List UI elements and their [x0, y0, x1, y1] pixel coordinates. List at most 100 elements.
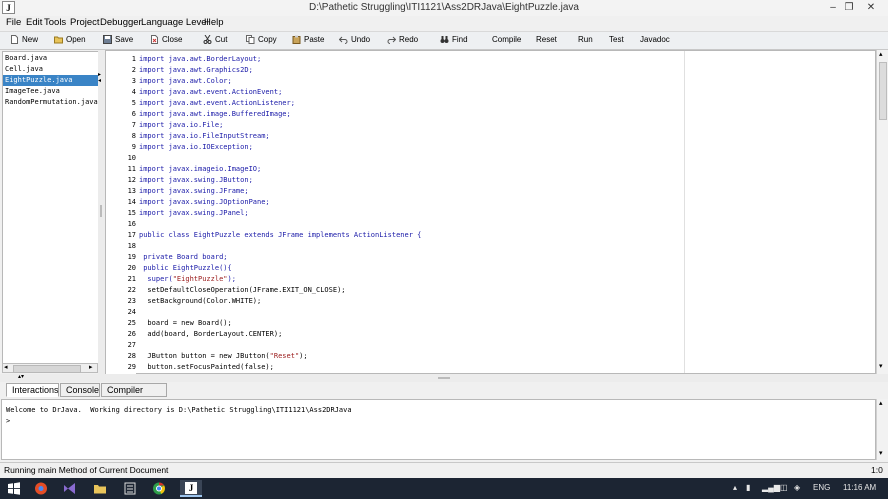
- splitter-expand-icon[interactable]: ▸ ◂: [98, 72, 101, 84]
- code-token: JButton button = new JButton(: [139, 352, 270, 360]
- code-line: import java.io.FileInputStream;: [139, 132, 270, 140]
- copy-button[interactable]: Copy: [246, 35, 277, 44]
- vertical-splitter[interactable]: ▸ ◂: [98, 50, 105, 374]
- file-item-randompermutation[interactable]: RandomPermutation.java: [5, 98, 98, 106]
- cut-button[interactable]: Cut: [203, 35, 227, 44]
- code-line: import javax.swing.JOptionPane;: [139, 198, 270, 206]
- code-line: import java.io.IOException;: [139, 143, 253, 151]
- close-label: Close: [162, 35, 183, 44]
- code-line: import java.awt.BorderLayout;: [139, 55, 262, 63]
- chrome-icon: [153, 482, 165, 495]
- line-number: 16: [127, 220, 136, 228]
- calculator-icon: [124, 482, 136, 495]
- save-label: Save: [115, 35, 134, 44]
- line-number: 9: [131, 143, 136, 151]
- save-button[interactable]: Save: [103, 35, 133, 44]
- horizontal-splitter[interactable]: ▴▾: [0, 374, 888, 382]
- file-item-board[interactable]: Board.java: [5, 54, 47, 62]
- paste-button[interactable]: Paste: [292, 35, 324, 44]
- code-line: import java.awt.Color;: [139, 77, 232, 85]
- tab-interactions[interactable]: Interactions: [6, 383, 59, 397]
- menu-project[interactable]: Project: [70, 17, 100, 28]
- line-number: 13: [127, 187, 136, 195]
- copy-label: Copy: [258, 35, 277, 44]
- code-line: import javax.swing.JButton;: [139, 176, 253, 184]
- undo-button[interactable]: Undo: [339, 35, 370, 44]
- file-list-horizontal-scrollbar[interactable]: ◂ ▸: [2, 363, 98, 373]
- battery-icon[interactable]: ▮: [746, 483, 750, 492]
- splitter-collapse-icon[interactable]: ▴▾: [18, 374, 24, 381]
- menu-tools[interactable]: Tools: [44, 17, 66, 28]
- code-line: setDefaultCloseOperation(JFrame.EXIT_ON_…: [139, 286, 346, 294]
- scroll-left-arrow-icon[interactable]: ◂: [4, 364, 8, 372]
- interactions-vertical-scrollbar[interactable]: ▴ ▾: [876, 399, 888, 460]
- undo-arrow-icon: [339, 36, 348, 44]
- line-number: 11: [127, 165, 136, 173]
- editor-vertical-scrollbar[interactable]: ▴ ▾: [876, 50, 888, 374]
- file-item-imagetee[interactable]: ImageTee.java: [5, 87, 60, 95]
- scroll-down-arrow-icon[interactable]: ▾: [879, 450, 883, 458]
- copy-icon: [246, 35, 255, 44]
- code-token: super(: [139, 275, 173, 283]
- find-button[interactable]: Find: [440, 35, 468, 44]
- line-number: 3: [131, 77, 136, 85]
- javadoc-button[interactable]: Javadoc: [640, 35, 670, 44]
- scroll-up-arrow-icon[interactable]: ▴: [879, 400, 883, 408]
- menu-help[interactable]: Help: [204, 17, 224, 28]
- restore-button[interactable]: ❐: [838, 0, 860, 16]
- signal-icon[interactable]: ▂▄▆: [762, 483, 780, 492]
- file-list-scroll-thumb[interactable]: [13, 365, 81, 373]
- clock[interactable]: 11:16 AM: [843, 483, 876, 492]
- line-number: 19: [127, 253, 136, 261]
- tab-compiler-output[interactable]: Compiler Output: [101, 383, 167, 408]
- visual-studio-icon: [64, 483, 75, 494]
- file-item-cell[interactable]: Cell.java: [5, 65, 43, 73]
- string-literal: "EightPuzzle": [172, 275, 228, 283]
- scroll-down-arrow-icon[interactable]: ▾: [879, 363, 883, 371]
- splitter-grip-icon[interactable]: [438, 377, 450, 379]
- toolbar: New Open Save Close Cut Copy Paste Undo …: [0, 31, 888, 50]
- menu-debugger[interactable]: Debugger: [100, 17, 142, 28]
- menu-edit[interactable]: Edit: [26, 17, 42, 28]
- code-line: import java.io.File;: [139, 121, 224, 129]
- open-label: Open: [66, 35, 86, 44]
- splitter-grip-icon[interactable]: [100, 205, 102, 217]
- reset-button[interactable]: Reset: [536, 35, 557, 44]
- taskbar-visualstudio-button[interactable]: [59, 480, 81, 497]
- scroll-up-arrow-icon[interactable]: ▴: [879, 51, 883, 59]
- network-icon[interactable]: ◫: [780, 483, 788, 492]
- volume-icon[interactable]: ◈: [794, 483, 800, 492]
- menu-language-level[interactable]: Language Level: [141, 17, 209, 28]
- taskbar-drjava-button[interactable]: J: [180, 480, 202, 497]
- close-window-button[interactable]: ✕: [860, 0, 882, 16]
- paste-label: Paste: [304, 35, 325, 44]
- taskbar-chrome-button[interactable]: [30, 480, 52, 497]
- redo-button[interactable]: Redo: [387, 35, 418, 44]
- taskbar-calculator-button[interactable]: [119, 480, 141, 497]
- code-line: add(board, BorderLayout.CENTER);: [139, 330, 283, 338]
- taskbar-explorer-button[interactable]: [89, 480, 111, 497]
- code-line: import javax.imageio.ImageIO;: [139, 165, 262, 173]
- tab-console[interactable]: Console: [60, 383, 100, 397]
- scroll-right-arrow-icon[interactable]: ▸: [89, 364, 93, 372]
- start-button[interactable]: [3, 480, 25, 497]
- run-button[interactable]: Run: [578, 35, 593, 44]
- interactions-pane[interactable]: Welcome to DrJava. Working directory is …: [1, 399, 876, 460]
- scissors-icon: [203, 35, 212, 44]
- undo-label: Undo: [351, 35, 371, 44]
- show-hidden-icons-icon[interactable]: ▴: [733, 483, 737, 492]
- menu-file[interactable]: File: [6, 17, 21, 28]
- line-number: 28: [127, 352, 136, 360]
- file-item-eightpuzzle[interactable]: EightPuzzle.java: [5, 76, 72, 84]
- code-editor[interactable]: 1 2 3 4 5 6 7 8 9 10 11 12 13 14 15 16 1…: [105, 50, 876, 375]
- compile-button[interactable]: Compile: [492, 35, 521, 44]
- cursor-position: 1:0: [871, 465, 883, 475]
- open-button[interactable]: Open: [54, 35, 86, 44]
- close-button[interactable]: Close: [150, 35, 182, 44]
- taskbar-chrome-active-button[interactable]: [148, 480, 170, 497]
- editor-scroll-thumb[interactable]: [879, 62, 887, 120]
- line-number: 17: [127, 231, 136, 239]
- test-button[interactable]: Test: [609, 35, 624, 44]
- new-button[interactable]: New: [10, 35, 38, 44]
- language-indicator[interactable]: ENG: [813, 483, 830, 492]
